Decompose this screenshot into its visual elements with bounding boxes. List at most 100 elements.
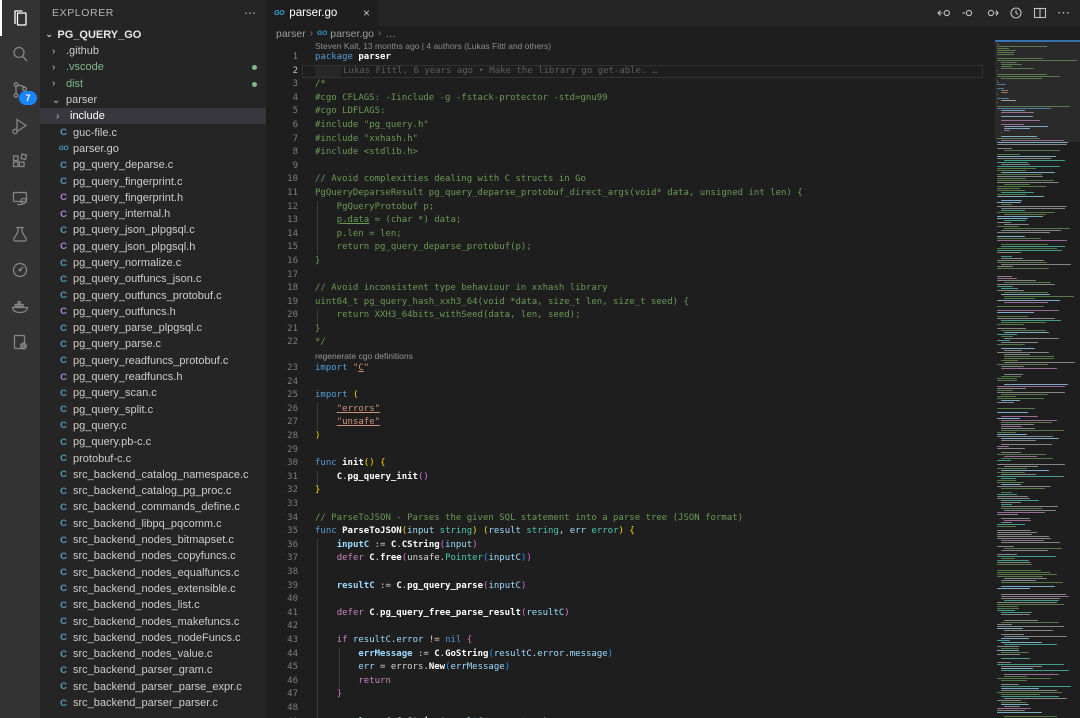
project-root-item[interactable]: ⌄ PG_QUERY_GO (40, 26, 266, 43)
code-line[interactable]: 1package parser (266, 51, 985, 65)
open-changes-icon[interactable] (937, 6, 951, 20)
code-line[interactable]: 44 errMessage := C.GoString(resultC.erro… (266, 648, 985, 662)
code-line[interactable]: 31 C.pg_query_init() (266, 471, 985, 485)
docker-icon[interactable] (0, 288, 40, 324)
file-item-pg_query_parse.c[interactable]: Cpg_query_parse.c (40, 336, 266, 352)
compare-previous-icon[interactable] (961, 6, 975, 20)
tab-parser-go[interactable]: GO parser.go × (266, 0, 378, 26)
file-item-src_backend_parser_gram.c[interactable]: Csrc_backend_parser_gram.c (40, 662, 266, 678)
extensions-icon[interactable] (0, 144, 40, 180)
explorer-icon[interactable] (0, 0, 40, 36)
close-icon[interactable]: × (363, 6, 370, 20)
file-item-pg_query_outfuncs_json.c[interactable]: Cpg_query_outfuncs_json.c (40, 271, 266, 287)
file-item-src_backend_nodes_list.c[interactable]: Csrc_backend_nodes_list.c (40, 597, 266, 613)
file-item-protobuf-c.c[interactable]: Cprotobuf-c.c (40, 450, 266, 466)
file-item-src_backend_nodes_nodeFuncs.c[interactable]: Csrc_backend_nodes_nodeFuncs.c (40, 630, 266, 646)
code-line[interactable]: 3/* (266, 78, 985, 92)
file-item-src_backend_nodes_copyfuncs.c[interactable]: Csrc_backend_nodes_copyfuncs.c (40, 548, 266, 564)
code-line[interactable]: 47 } (266, 688, 985, 702)
chevron-down-icon[interactable]: ⌄ (52, 95, 62, 106)
file-item-src_backend_catalog_pg_proc.c[interactable]: Csrc_backend_catalog_pg_proc.c (40, 483, 266, 499)
code-line[interactable]: 23import "C" (266, 362, 985, 376)
code-line[interactable]: 16} (266, 255, 985, 269)
code-line[interactable]: 7#include "xxhash.h" (266, 133, 985, 147)
file-item-guc-file.c[interactable]: Cguc-file.c (40, 124, 266, 140)
code-line[interactable]: 36 inputC := C.CString(input) (266, 539, 985, 553)
file-item-pg_query.c[interactable]: Cpg_query.c (40, 418, 266, 434)
file-item-src_backend_nodes_bitmapset.c[interactable]: Csrc_backend_nodes_bitmapset.c (40, 532, 266, 548)
code-line[interactable]: 20 return XXH3_64bits_withSeed(data, len… (266, 309, 985, 323)
folder-item-.github[interactable]: ›.github (40, 43, 266, 59)
code-line[interactable]: 5#cgo LDFLAGS: (266, 105, 985, 119)
file-item-parser.go[interactable]: GOparser.go (40, 141, 266, 157)
chevron-right-icon[interactable]: › (52, 46, 62, 57)
source-control-icon[interactable]: 7 (0, 72, 40, 108)
file-item-pg_query_json_plpgsql.h[interactable]: Cpg_query_json_plpgsql.h (40, 239, 266, 255)
code-line[interactable]: 17 (266, 269, 985, 283)
file-item-pg_query_readfuncs_protobuf.c[interactable]: Cpg_query_readfuncs_protobuf.c (40, 353, 266, 369)
more-actions-icon[interactable]: ⋯ (1057, 5, 1070, 21)
code-line[interactable]: 19uint64_t pg_query_hash_xxh3_64(void *d… (266, 296, 985, 310)
code-line[interactable]: 38 (266, 566, 985, 580)
code-line[interactable]: 21} (266, 323, 985, 337)
breadcrumb-symbol[interactable]: … (385, 28, 396, 40)
code-line[interactable]: 15 return pg_query_deparse_protobuf(p); (266, 241, 985, 255)
gitlens-icon[interactable] (0, 252, 40, 288)
file-item-pg_query_normalize.c[interactable]: Cpg_query_normalize.c (40, 255, 266, 271)
file-item-pg_query.pb-c.c[interactable]: Cpg_query.pb-c.c (40, 434, 266, 450)
code-line[interactable]: 43 if resultC.error != nil { (266, 634, 985, 648)
chevron-right-icon[interactable]: › (56, 111, 66, 122)
chevron-right-icon[interactable]: › (52, 78, 62, 89)
code-line[interactable]: 48 (266, 702, 985, 716)
code-line[interactable]: 40 (266, 593, 985, 607)
file-item-src_backend_nodes_value.c[interactable]: Csrc_backend_nodes_value.c (40, 646, 266, 662)
breadcrumb-file[interactable]: parser.go (330, 28, 374, 40)
file-item-src_backend_parser_parser.c[interactable]: Csrc_backend_parser_parser.c (40, 695, 266, 711)
file-item-pg_query_readfuncs.h[interactable]: Cpg_query_readfuncs.h (40, 369, 266, 385)
code-line[interactable]: 27 "unsafe" (266, 416, 985, 430)
code-line[interactable]: 29 (266, 444, 985, 458)
code-line[interactable]: 45 err = errors.New(errMessage) (266, 661, 985, 675)
search-icon[interactable] (0, 36, 40, 72)
code-line[interactable]: 39 resultC := C.pg_query_parse(inputC) (266, 580, 985, 594)
code-line[interactable]: 4#cgo CFLAGS: -Iinclude -g -fstack-prote… (266, 92, 985, 106)
explorer-more-actions[interactable]: ⋯ (244, 6, 256, 20)
file-item-pg_query_outfuncs_protobuf.c[interactable]: Cpg_query_outfuncs_protobuf.c (40, 287, 266, 303)
code-line[interactable]: 28) (266, 430, 985, 444)
file-item-src_backend_nodes_makefuncs.c[interactable]: Csrc_backend_nodes_makefuncs.c (40, 613, 266, 629)
code-line[interactable]: 22*/ (266, 336, 985, 350)
folder-item-include[interactable]: ›include (40, 108, 266, 124)
file-item-pg_query_deparse.c[interactable]: Cpg_query_deparse.c (40, 157, 266, 173)
code-line[interactable]: 13 p.data = (char *) data; (266, 214, 985, 228)
code-line[interactable]: 24 (266, 376, 985, 390)
project-settings-icon[interactable] (0, 324, 40, 360)
code-line[interactable]: 33 (266, 498, 985, 512)
code-line[interactable]: 26 "errors" (266, 403, 985, 417)
code-line[interactable]: 30func init() { (266, 457, 985, 471)
code-line[interactable]: 10// Avoid complexities dealing with C s… (266, 173, 985, 187)
code-line[interactable]: 8#include <stdlib.h> (266, 146, 985, 160)
code-line[interactable]: 12 PgQueryProtobuf p; (266, 201, 985, 215)
code-line[interactable]: 32} (266, 484, 985, 498)
folder-item-parser[interactable]: ⌄parser (40, 92, 266, 108)
chevron-right-icon[interactable]: › (52, 62, 62, 73)
code-line[interactable]: 2Lukas Fittl, 6 years ago • Make the lib… (266, 65, 985, 79)
code-line[interactable]: 35func ParseToJSON(input string) (result… (266, 525, 985, 539)
minimap[interactable] (995, 40, 1080, 718)
code-line[interactable]: 37 defer C.free(unsafe.Pointer(inputC)) (266, 552, 985, 566)
file-item-pg_query_scan.c[interactable]: Cpg_query_scan.c (40, 385, 266, 401)
folder-item-.vscode[interactable]: ›.vscode (40, 59, 266, 75)
run-debug-icon[interactable] (0, 108, 40, 144)
code-editor[interactable]: Steven Kalt, 13 months ago | 4 authors (… (266, 41, 985, 718)
timeline-icon[interactable] (1009, 6, 1023, 20)
file-item-src_backend_catalog_namespace.c[interactable]: Csrc_backend_catalog_namespace.c (40, 467, 266, 483)
split-editor-icon[interactable] (1033, 6, 1047, 20)
file-item-pg_query_fingerprint.c[interactable]: Cpg_query_fingerprint.c (40, 173, 266, 189)
file-item-pg_query_outfuncs.h[interactable]: Cpg_query_outfuncs.h (40, 304, 266, 320)
code-line[interactable]: 6#include "pg_query.h" (266, 119, 985, 133)
testing-icon[interactable] (0, 216, 40, 252)
file-item-pg_query_parse_plpgsql.c[interactable]: Cpg_query_parse_plpgsql.c (40, 320, 266, 336)
file-item-src_backend_parser_parse_expr.c[interactable]: Csrc_backend_parser_parse_expr.c (40, 679, 266, 695)
code-line[interactable]: 14 p.len = len; (266, 228, 985, 242)
code-line[interactable]: 34// ParseToJSON - Parses the given SQL … (266, 512, 985, 526)
